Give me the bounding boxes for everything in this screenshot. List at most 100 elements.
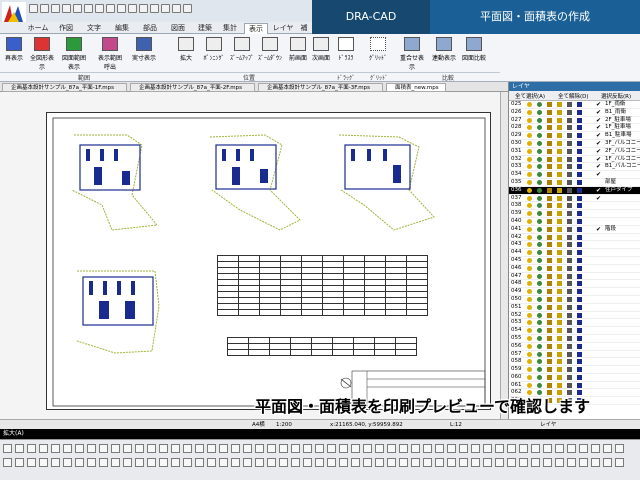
tool-icon[interactable] xyxy=(39,458,48,467)
next-screen-button[interactable]: 次画面 xyxy=(307,37,335,62)
color-icon[interactable] xyxy=(577,195,582,201)
tool-icon[interactable] xyxy=(459,458,468,467)
sun-icon[interactable] xyxy=(527,102,532,107)
pencil-icon[interactable] xyxy=(547,343,552,349)
sun-icon[interactable] xyxy=(527,156,532,162)
tool-icon[interactable] xyxy=(291,444,300,453)
pencil-icon[interactable] xyxy=(547,140,552,146)
eye-icon[interactable] xyxy=(537,312,542,318)
sun-icon[interactable] xyxy=(527,242,532,248)
lock-icon[interactable] xyxy=(557,281,562,287)
layer-row[interactable]: 039 xyxy=(509,210,640,218)
lock-icon[interactable] xyxy=(557,195,562,201)
color-icon[interactable] xyxy=(577,265,582,271)
color-icon[interactable] xyxy=(577,359,582,365)
printer-icon[interactable] xyxy=(567,250,572,256)
layer-row[interactable]: 049 xyxy=(509,288,640,296)
printer-icon[interactable] xyxy=(567,203,572,209)
layer-row[interactable]: 061 xyxy=(509,382,640,390)
printer-icon[interactable] xyxy=(567,218,572,224)
layer-row[interactable]: 040 xyxy=(509,218,640,226)
color-icon[interactable] xyxy=(577,211,582,217)
tool-icon[interactable] xyxy=(39,444,48,453)
tool-icon[interactable] xyxy=(51,444,60,453)
eye-icon[interactable] xyxy=(537,133,542,139)
printer-icon[interactable] xyxy=(567,257,572,263)
tab-view[interactable]: 表示 xyxy=(244,23,268,34)
eye-icon[interactable] xyxy=(537,343,542,349)
tool-icon[interactable] xyxy=(135,458,144,467)
pencil-icon[interactable] xyxy=(547,172,552,178)
eye-icon[interactable] xyxy=(537,195,542,201)
sun-icon[interactable] xyxy=(527,257,532,263)
tool-icon[interactable] xyxy=(471,444,480,453)
circle-icon[interactable] xyxy=(172,4,181,13)
tab-aggregate[interactable]: 集計 xyxy=(219,23,241,34)
tool-icon[interactable] xyxy=(63,444,72,453)
tool-icon[interactable] xyxy=(231,458,240,467)
tool-icon[interactable] xyxy=(147,444,156,453)
lock-icon[interactable] xyxy=(557,140,562,146)
color-icon[interactable] xyxy=(577,125,582,131)
tool-icon[interactable] xyxy=(123,458,132,467)
overlay-button[interactable]: 重合せ表示 xyxy=(398,37,426,71)
tab-drawing[interactable]: 図面 xyxy=(166,23,190,34)
zoom-button[interactable]: 拡大 xyxy=(172,37,200,62)
layer-row[interactable]: 043 xyxy=(509,241,640,250)
tool-icon[interactable] xyxy=(207,444,216,453)
color-icon[interactable] xyxy=(577,382,582,388)
tool-icon[interactable] xyxy=(531,444,540,453)
select-icon[interactable] xyxy=(161,4,170,13)
checkmark-icon[interactable]: ✔ xyxy=(596,226,601,234)
color-icon[interactable] xyxy=(577,289,582,295)
color-icon[interactable] xyxy=(577,148,582,154)
color-icon[interactable] xyxy=(577,133,582,139)
color-icon[interactable] xyxy=(577,117,582,123)
printer-icon[interactable] xyxy=(567,242,572,248)
printer-icon[interactable] xyxy=(567,312,572,318)
lock-icon[interactable] xyxy=(557,367,562,373)
copy-icon[interactable] xyxy=(128,4,137,13)
lock-icon[interactable] xyxy=(557,148,562,154)
pencil-icon[interactable] xyxy=(547,156,552,162)
tool-icon[interactable] xyxy=(543,444,552,453)
cut-icon[interactable] xyxy=(117,4,126,13)
pencil-icon[interactable] xyxy=(547,328,552,334)
lock-icon[interactable] xyxy=(557,218,562,224)
tool-icon[interactable] xyxy=(615,444,624,453)
sun-icon[interactable] xyxy=(527,172,532,178)
sun-icon[interactable] xyxy=(527,109,532,115)
lock-icon[interactable] xyxy=(557,226,562,232)
sun-icon[interactable] xyxy=(527,328,532,334)
tool-icon[interactable] xyxy=(303,458,312,467)
printer-icon[interactable] xyxy=(567,265,572,271)
printer-icon[interactable] xyxy=(567,359,572,365)
sun-icon[interactable] xyxy=(527,211,532,217)
lock-icon[interactable] xyxy=(557,109,562,115)
color-icon[interactable] xyxy=(577,179,582,185)
tool-icon[interactable] xyxy=(399,444,408,453)
lock-icon[interactable] xyxy=(557,289,562,295)
actual-size-button[interactable]: 実寸表示 xyxy=(130,37,158,62)
preview-icon[interactable] xyxy=(73,4,82,13)
sun-icon[interactable] xyxy=(527,164,532,170)
eye-icon[interactable] xyxy=(537,273,542,279)
eye-icon[interactable] xyxy=(537,250,542,256)
pencil-icon[interactable] xyxy=(547,148,552,154)
linked-view-button[interactable]: 連動表示 xyxy=(430,37,458,62)
eye-icon[interactable] xyxy=(537,203,542,209)
sun-icon[interactable] xyxy=(527,312,532,318)
checkmark-icon[interactable]: ✔ xyxy=(596,140,601,148)
checkmark-icon[interactable]: ✔ xyxy=(596,195,601,203)
tool-icon[interactable] xyxy=(219,458,228,467)
tool-icon[interactable] xyxy=(555,458,564,467)
pencil-icon[interactable] xyxy=(547,125,552,131)
folder-icon[interactable] xyxy=(150,4,159,13)
sun-icon[interactable] xyxy=(527,226,532,232)
checkmark-icon[interactable]: ✔ xyxy=(596,187,601,195)
tool-icon[interactable] xyxy=(195,444,204,453)
tool-icon[interactable] xyxy=(483,444,492,453)
tool-icon[interactable] xyxy=(375,444,384,453)
eye-icon[interactable] xyxy=(537,328,542,334)
lock-icon[interactable] xyxy=(557,343,562,349)
